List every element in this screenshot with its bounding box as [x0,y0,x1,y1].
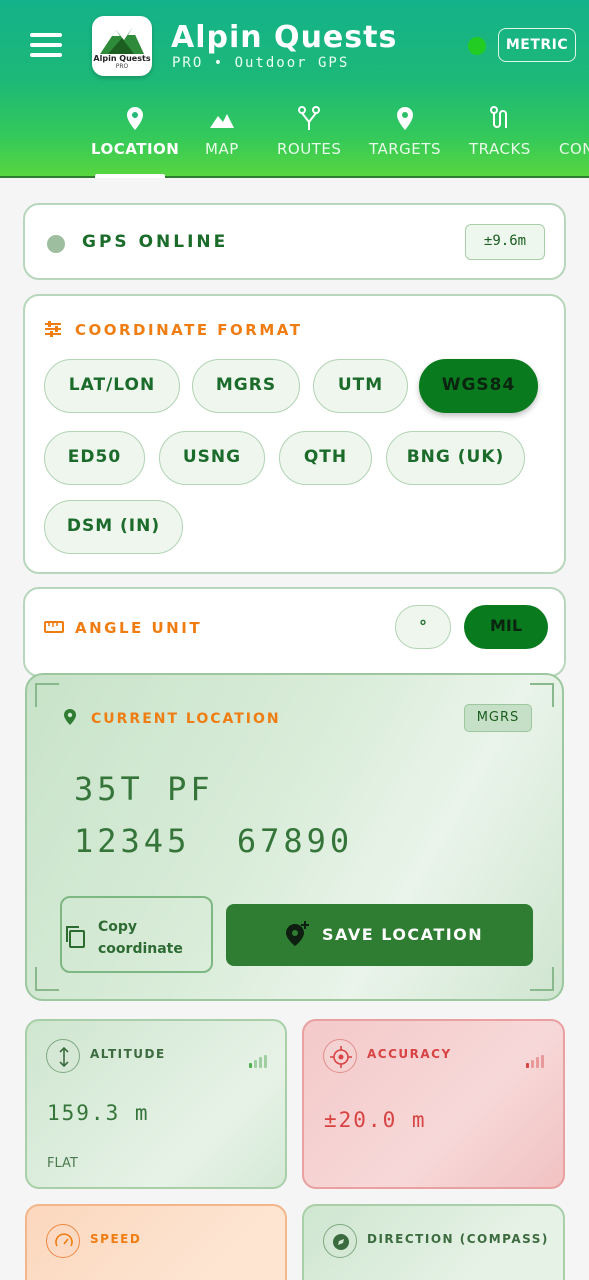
altitude-label: ALTITUDE [90,1047,166,1061]
tab-location[interactable]: LOCATION [91,106,179,158]
format-badge: MGRS [464,704,532,732]
mountain-logo-icon [100,28,144,54]
coordinate-line-1: 35T PF [74,770,214,808]
logo-text: Alpin Quests [93,54,151,63]
active-tab-indicator [95,174,165,178]
accuracy-card: ACCURACY ±20.0 m [302,1019,565,1189]
angle-unit-title: ANGLE UNIT [75,619,203,637]
format-chip-wgs84[interactable]: WGS84 [419,359,538,413]
format-chip-utm[interactable]: UTM [313,359,408,413]
save-location-label: SAVE LOCATION [322,925,484,944]
menu-icon[interactable] [30,33,62,57]
current-location-title: CURRENT LOCATION [91,711,281,727]
logo-sub: PRO [115,63,129,70]
signal-strength-icon [526,1049,546,1068]
frame-corner [35,967,59,991]
frame-corner [530,683,554,707]
save-location-button[interactable]: SAVE LOCATION [226,904,533,966]
tab-label: CON [559,140,589,158]
copy-icon [66,926,85,948]
units-toggle-button[interactable]: METRIC [498,28,576,62]
tab-map[interactable]: MAP [205,106,239,158]
compass-icon [323,1224,357,1258]
tab-bar: LOCATION MAP ROUTES TARGETS TRACKS CON [0,106,589,178]
tab-tracks[interactable]: TRACKS [469,106,531,158]
location-pin-icon [64,709,76,725]
format-chip-qth[interactable]: QTH [279,431,372,485]
routes-icon [298,106,321,130]
current-location-card: CURRENT LOCATION MGRS 35T PF 12345 67890… [25,673,564,1001]
angle-mil-button[interactable]: MIL [464,605,548,649]
tab-label: ROUTES [277,140,342,158]
frame-corner [35,683,59,707]
pin-icon [127,107,144,130]
coordinate-line-2: 12345 67890 [74,822,354,860]
format-chip-usng[interactable]: USNG [159,431,265,485]
tab-label: TARGETS [369,140,441,158]
mountain-icon [209,114,234,128]
altitude-icon [46,1039,80,1073]
app-screen: Alpin Quests PRO Alpin Quests PRO • Outd… [0,0,589,1280]
angle-unit-card: ANGLE UNIT ° MIL [23,587,566,677]
add-location-icon [286,921,309,946]
frame-corner [530,967,554,991]
direction-label: DIRECTION (COMPASS) [367,1232,549,1246]
copy-coordinate-label: Copy coordinate [98,919,183,957]
format-chip-latlon[interactable]: LAT/LON [44,359,180,413]
angle-degrees-button[interactable]: ° [395,605,451,649]
gps-status-label: GPS ONLINE [82,232,229,252]
altitude-value: 159.3 m [47,1101,150,1125]
coordinate-format-card: COORDINATE FORMAT LAT/LON MGRS UTM WGS84… [23,294,566,574]
format-chip-bng[interactable]: BNG (UK) [386,431,525,485]
gps-accuracy-badge: ±9.6m [465,224,545,260]
altitude-card: ALTITUDE 159.3 m FLAT [25,1019,287,1189]
speed-card: SPEED [25,1204,287,1280]
speedometer-icon [46,1224,80,1258]
speed-label: SPEED [90,1232,142,1246]
accuracy-value: ±20.0 m [324,1108,427,1132]
signal-strength-icon [249,1049,269,1068]
direction-card: DIRECTION (COMPASS) [302,1204,565,1280]
format-chip-mgrs[interactable]: MGRS [192,359,300,413]
altitude-terrain: FLAT [47,1156,78,1171]
tab-label: MAP [205,140,239,158]
format-chip-dsm[interactable]: DSM (IN) [44,500,183,554]
crosshair-icon [323,1039,357,1073]
app-logo: Alpin Quests PRO [92,16,152,76]
app-header: Alpin Quests PRO Alpin Quests PRO • Outd… [0,0,589,178]
tab-routes[interactable]: ROUTES [277,106,341,158]
gps-status-card: GPS ONLINE ±9.6m [23,203,566,280]
connection-status-dot [468,37,486,55]
tab-targets[interactable]: TARGETS [369,106,441,158]
app-title: Alpin Quests [171,20,398,55]
tracks-icon [489,106,507,128]
copy-coordinate-button[interactable]: Copy coordinate [60,896,213,973]
format-chip-ed50[interactable]: ED50 [44,431,145,485]
ruler-icon [44,621,64,633]
coordinate-format-title: COORDINATE FORMAT [75,321,303,339]
sliders-icon [45,321,61,337]
accuracy-label: ACCURACY [367,1047,452,1061]
tab-overflow[interactable]: CON [559,106,589,158]
gps-status-dot [47,235,65,253]
app-subtitle: PRO • Outdoor GPS [172,55,350,71]
tab-label: TRACKS [469,140,531,158]
tab-label: LOCATION [91,140,180,158]
target-pin-icon [396,107,413,130]
